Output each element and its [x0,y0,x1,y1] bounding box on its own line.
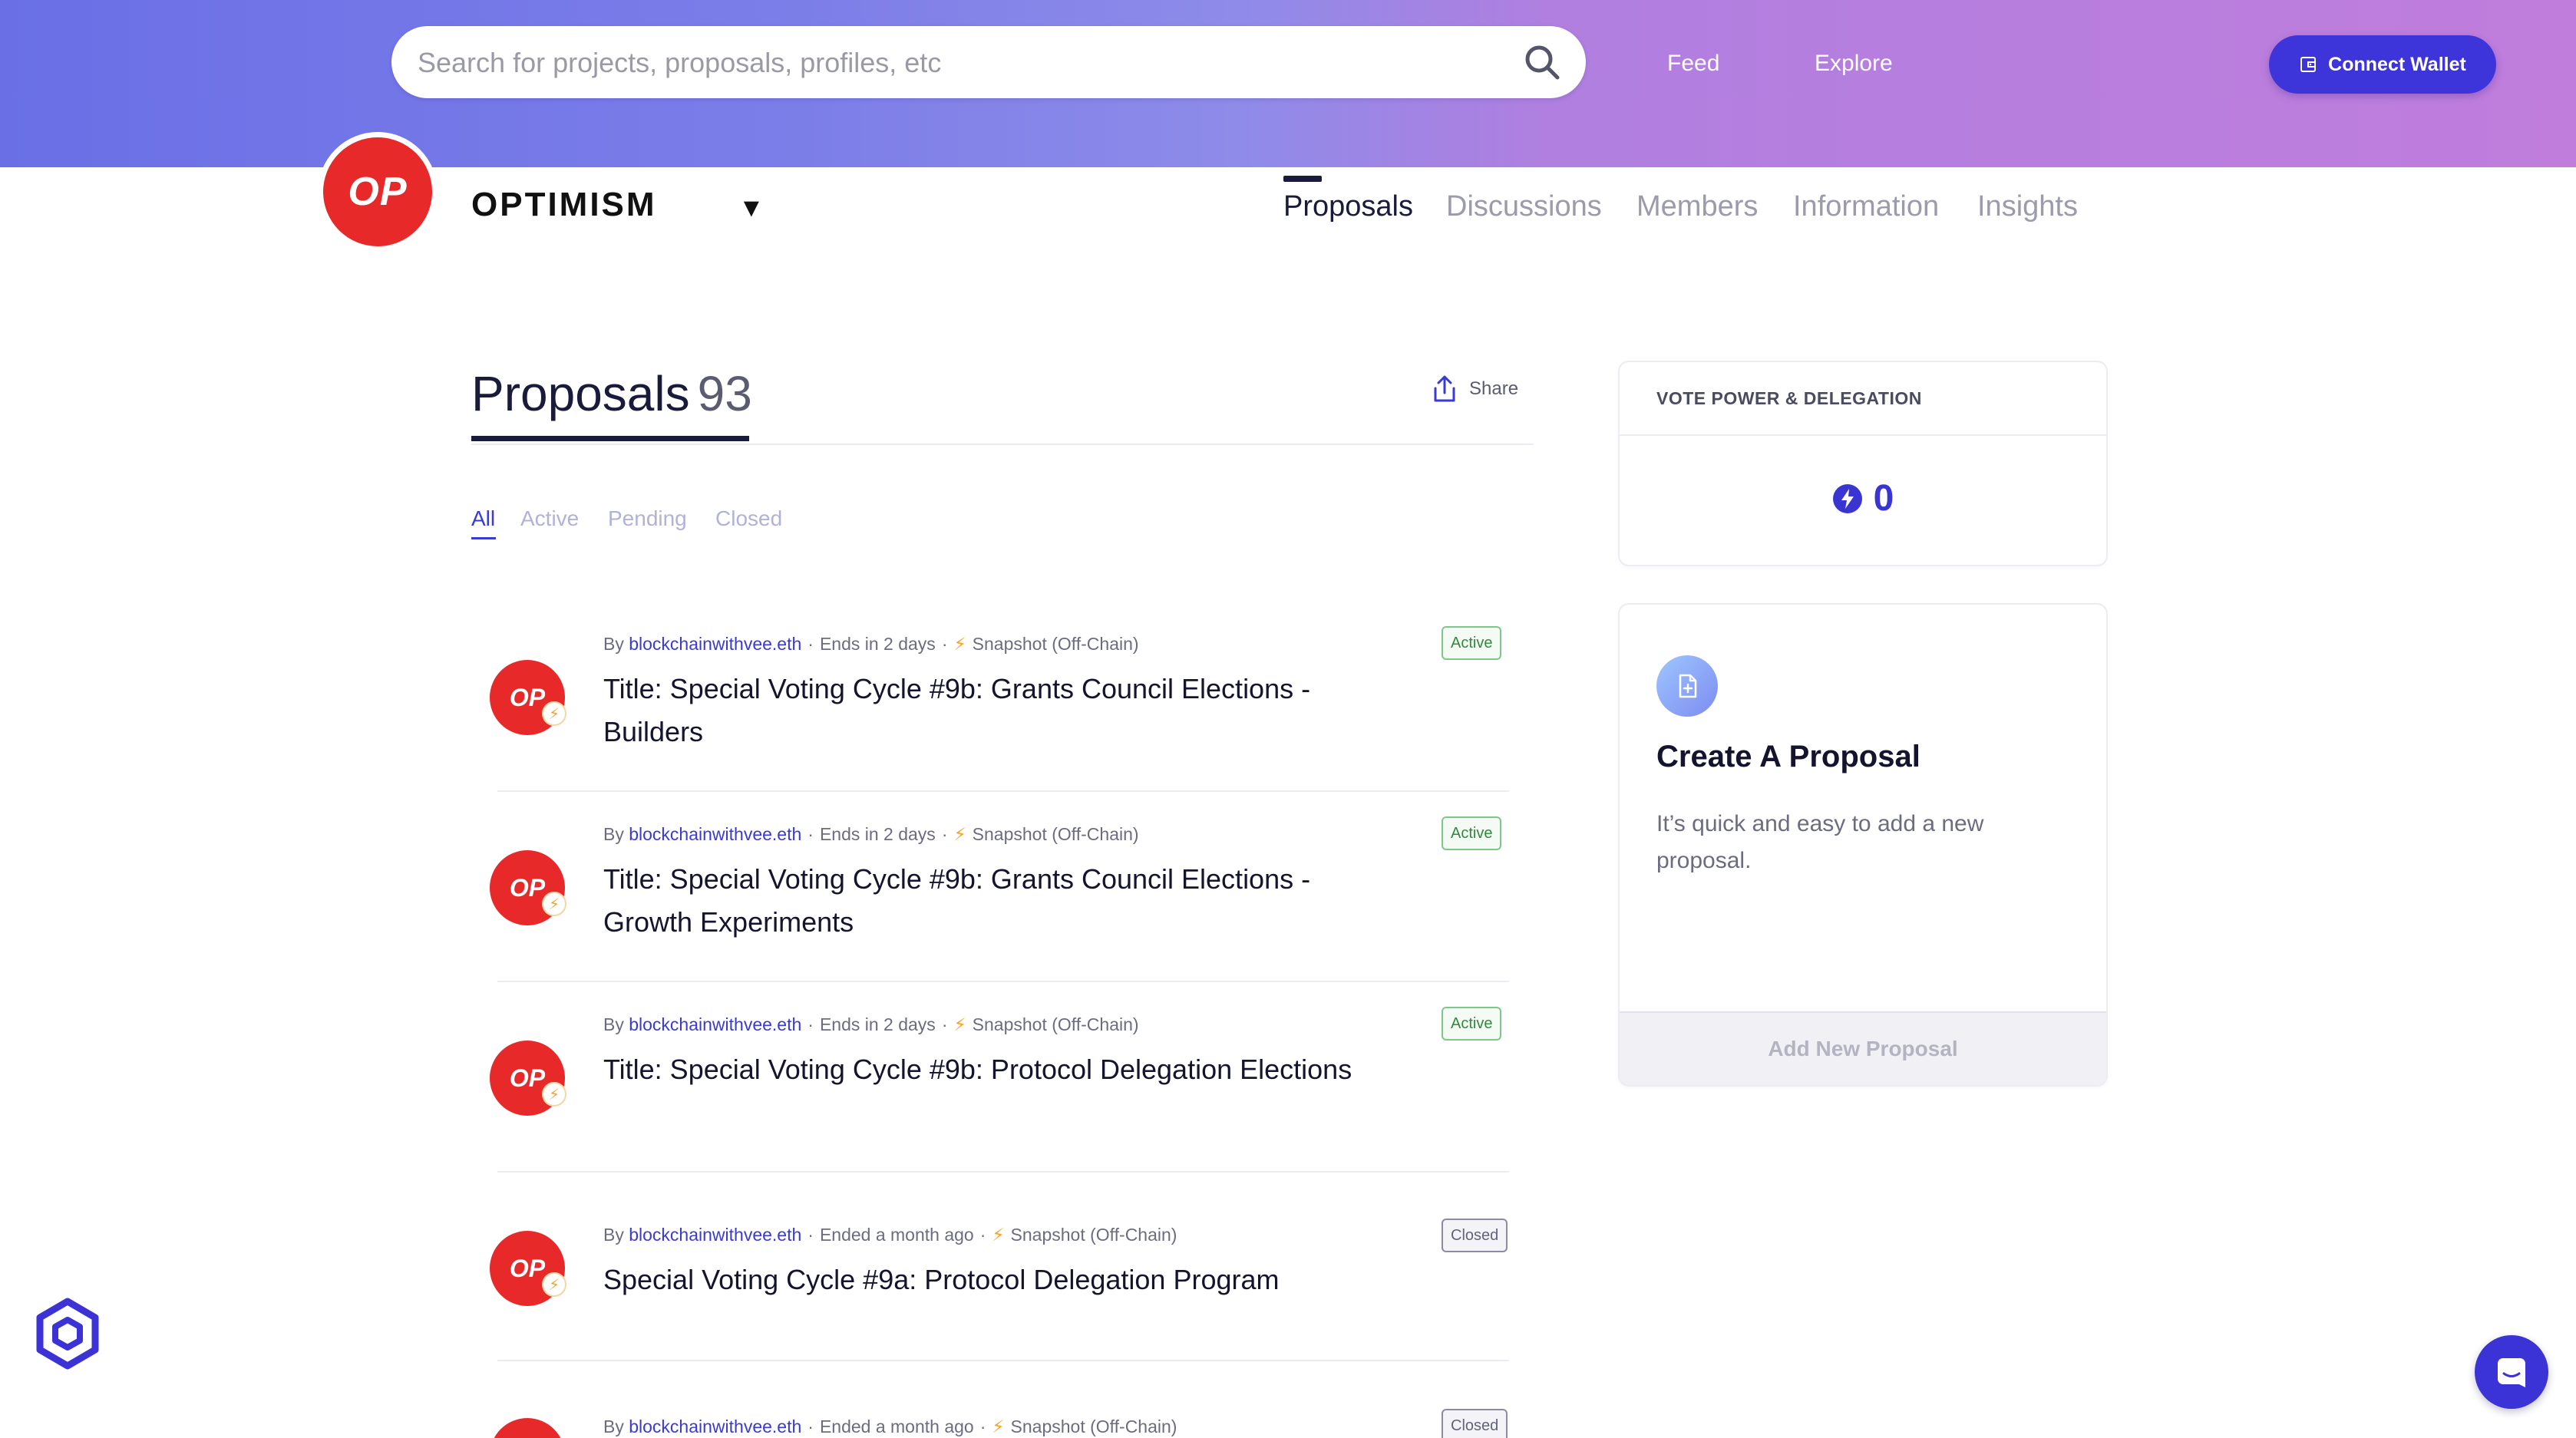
snapshot-icon: ⚡ [953,824,966,844]
filter-active[interactable]: Active [520,506,579,531]
proposal-meta: By blockchainwithvee.eth · Ends in 2 days ·… [603,634,1139,654]
connect-wallet-label: Connect Wallet [2328,53,2466,75]
author-link[interactable]: blockchainwithvee.eth [629,1225,801,1245]
share-icon [1434,375,1455,402]
proposal-title[interactable]: Title: Special Voting Cycle #9b: Grants … [603,668,1371,754]
row-divider [497,1360,1509,1361]
time-label: Ends in 2 days [819,824,936,844]
hexagon-logo-icon[interactable] [31,1297,104,1370]
share-label: Share [1469,378,1519,399]
by-label: By [603,824,624,844]
lightning-icon [1832,483,1862,513]
by-label: By [603,634,624,654]
page-title-label: Proposals [471,366,690,421]
snapshot-icon: ⚡ [953,1014,966,1034]
source-label: Snapshot (Off-Chain) [972,824,1139,844]
org-name[interactable]: OPTIMISM [471,186,657,224]
active-tab-indicator [1283,176,1322,182]
source-label: Snapshot (Off-Chain) [972,634,1139,654]
time-label: Ends in 2 days [819,1014,936,1034]
source-label: Snapshot (Off-Chain) [1010,1417,1177,1436]
filter-closed[interactable]: Closed [715,506,782,531]
filter-pending[interactable]: Pending [608,506,687,531]
page-title: Proposals 93 [471,365,752,422]
time-label: Ends in 2 days [819,634,936,654]
vote-power-number: 0 [1873,478,1894,519]
time-label: Ended a month ago [819,1417,974,1436]
tab-proposals[interactable]: Proposals [1283,190,1413,223]
wallet-icon [2300,57,2317,72]
proposal-avatar: OP [490,1418,565,1438]
chat-button[interactable] [2475,1335,2548,1409]
snapshot-icon: ⚡ [992,1225,1005,1245]
chat-icon [2498,1358,2525,1387]
proposal-title[interactable]: Title: Special Voting Cycle #9b: Protoco… [603,1048,1371,1091]
tab-information[interactable]: Information [1793,190,1939,223]
status-badge: Closed [1442,1409,1508,1438]
proposal-count: 93 [697,366,752,421]
snapshot-bolt-icon: ⚡ [542,1082,566,1107]
proposal-title[interactable]: Special Voting Cycle #9a: Protocol Deleg… [603,1258,1371,1301]
author-link[interactable]: blockchainwithvee.eth [629,824,801,844]
title-divider [471,444,1534,445]
by-label: By [603,1225,624,1245]
vote-power-header: VOTE POWER & DELEGATION [1620,362,2106,436]
snapshot-bolt-icon: ⚡ [542,701,566,726]
search-icon[interactable] [1521,41,1563,83]
row-divider [497,790,1509,792]
source-label: Snapshot (Off-Chain) [1010,1225,1177,1245]
author-link[interactable]: blockchainwithvee.eth [629,1417,801,1436]
search-input[interactable] [416,26,1494,100]
proposal-meta: By blockchainwithvee.eth · Ended a month a… [603,1225,1177,1245]
proposal-row[interactable]: OP By blockchainwithvee.eth·Ended a mont… [471,1374,1509,1438]
proposal-row[interactable]: OP ⚡ By blockchainwithvee.eth · Ended a mo… [471,1185,1509,1375]
connect-wallet-button[interactable]: Connect Wallet [2269,35,2496,94]
tab-members[interactable]: Members [1636,190,1758,223]
tab-insights[interactable]: Insights [1977,190,2078,223]
status-badge: Closed [1442,1219,1508,1252]
snapshot-bolt-icon: ⚡ [542,1272,566,1297]
proposal-row[interactable]: OP ⚡ By blockchainwithvee.eth · Ends in 2 … [471,804,1509,994]
proposal-row[interactable]: OP ⚡ By blockchainwithvee.eth · Ends in 2 … [471,994,1509,1185]
status-badge: Active [1442,816,1502,850]
author-link[interactable]: blockchainwithvee.eth [629,1014,801,1034]
vote-power-value: 0 [1620,477,2106,519]
proposal-row[interactable]: OP ⚡ By blockchainwithvee.eth · Ends in 2 … [471,614,1509,804]
vote-power-heading: VOTE POWER & DELEGATION [1656,388,1922,408]
proposal-meta: By blockchainwithvee.eth · Ends in 2 days ·… [603,824,1139,844]
by-label: By [603,1417,624,1436]
status-badge: Active [1442,626,1502,660]
create-proposal-card: Create A Proposal It’s quick and easy to… [1618,603,2108,1087]
org-dropdown-caret-icon[interactable]: ▼ [738,193,765,223]
title-underline [471,436,749,441]
nav-feed-link[interactable]: Feed [1667,51,1719,77]
snapshot-bolt-icon: ⚡ [542,892,566,916]
author-link[interactable]: blockchainwithvee.eth [629,634,801,654]
source-label: Snapshot (Off-Chain) [972,1014,1139,1034]
document-plus-icon [1656,655,1718,717]
proposal-title[interactable]: Title: Special Voting Cycle #9b: Grants … [603,858,1371,944]
org-logo[interactable]: OP [318,132,438,252]
create-proposal-description: It’s quick and easy to add a new proposa… [1656,811,1984,873]
search-bar[interactable] [391,26,1586,100]
vote-power-card: VOTE POWER & DELEGATION 0 [1618,361,2108,566]
row-divider [497,1171,1509,1172]
nav-explore-link[interactable]: Explore [1815,51,1893,77]
proposal-meta: By blockchainwithvee.eth · Ended a month a… [603,1417,1177,1436]
filter-all[interactable]: All [471,506,495,531]
add-new-proposal-button[interactable]: Add New Proposal [1620,1011,2106,1085]
filter-active-underline [471,537,496,539]
create-proposal-title: Create A Proposal [1656,740,1920,773]
status-badge: Active [1442,1007,1502,1041]
snapshot-icon: ⚡ [953,634,966,654]
tab-discussions[interactable]: Discussions [1446,190,1602,223]
share-button[interactable]: Share [1431,374,1518,404]
row-divider [497,981,1509,982]
by-label: By [603,1014,624,1034]
proposal-meta: By blockchainwithvee.eth · Ends in 2 days ·… [603,1014,1139,1034]
snapshot-icon: ⚡ [992,1417,1005,1436]
time-label: Ended a month ago [819,1225,974,1245]
